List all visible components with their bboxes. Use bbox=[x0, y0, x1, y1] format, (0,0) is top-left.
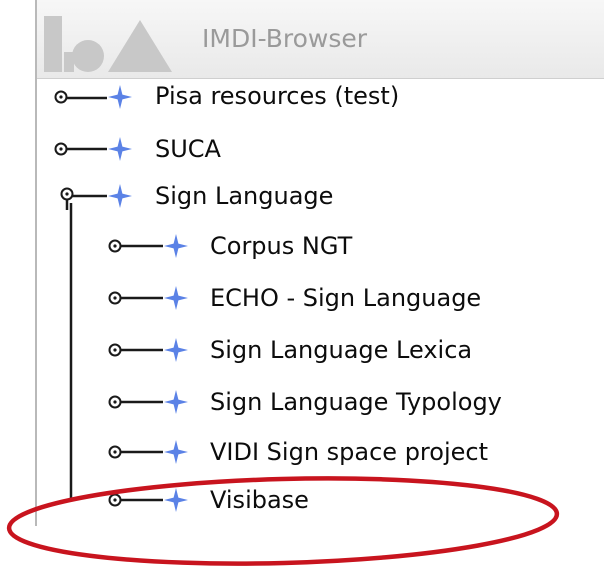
tree-node-label[interactable]: SUCA bbox=[155, 135, 221, 163]
tree-node-label[interactable]: Sign Language bbox=[155, 182, 333, 210]
blue-four-point-star-icon bbox=[164, 390, 188, 414]
collapsed-node-handle-icon[interactable] bbox=[53, 141, 69, 157]
blue-four-point-star-icon bbox=[164, 286, 188, 310]
tree-node-label[interactable]: VIDI Sign space project bbox=[210, 438, 488, 466]
collapsed-node-handle-icon[interactable] bbox=[53, 89, 69, 105]
tree-node-label[interactable]: Sign Language Lexica bbox=[210, 336, 472, 364]
imdi-browser-panel: Pisa resources (test) SUCA Sign Language… bbox=[35, 0, 604, 526]
tree-node-label[interactable]: Pisa resources (test) bbox=[155, 82, 399, 110]
blue-four-point-star-icon bbox=[108, 137, 132, 161]
blue-four-point-star-icon bbox=[108, 184, 132, 208]
blue-four-point-star-icon bbox=[164, 338, 188, 362]
collapsed-node-handle-icon[interactable] bbox=[107, 394, 123, 410]
app-title-bar: IMDI-Browser bbox=[37, 0, 604, 79]
tree-node-label[interactable]: Corpus NGT bbox=[210, 232, 352, 260]
blue-four-point-star-icon bbox=[164, 488, 188, 512]
tree-node-label[interactable]: Visibase bbox=[210, 486, 309, 514]
imdi-logo-icon bbox=[44, 16, 172, 72]
blue-four-point-star-icon bbox=[164, 440, 188, 464]
expanded-node-handle-icon[interactable] bbox=[57, 186, 77, 210]
collapsed-node-handle-icon[interactable] bbox=[107, 492, 123, 508]
collapsed-node-handle-icon[interactable] bbox=[107, 342, 123, 358]
app-title: IMDI-Browser bbox=[202, 24, 368, 53]
collapsed-node-handle-icon[interactable] bbox=[107, 238, 123, 254]
collapsed-node-handle-icon[interactable] bbox=[107, 290, 123, 306]
tree-node-label[interactable]: Sign Language Typology bbox=[210, 388, 502, 416]
collapsed-node-handle-icon[interactable] bbox=[107, 444, 123, 460]
blue-four-point-star-icon bbox=[164, 234, 188, 258]
tree-node-label[interactable]: ECHO - Sign Language bbox=[210, 284, 481, 312]
blue-four-point-star-icon bbox=[108, 85, 132, 109]
